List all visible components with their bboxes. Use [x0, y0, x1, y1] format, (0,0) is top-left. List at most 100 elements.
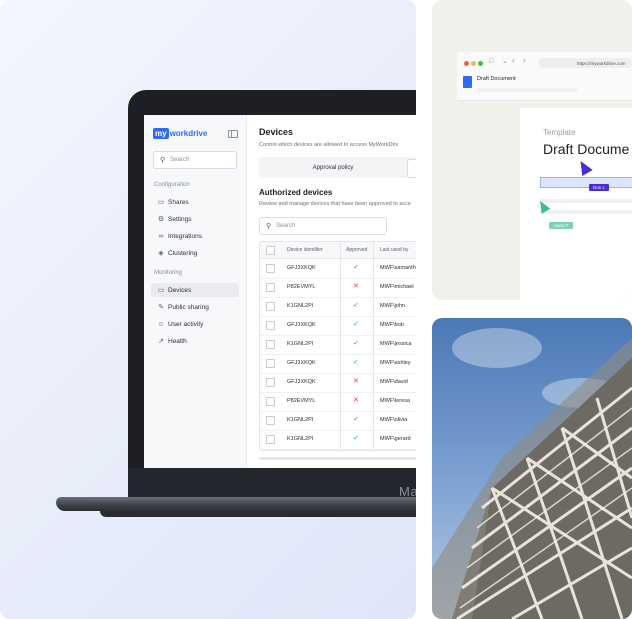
- device-identifier: K1GNL2PI: [287, 436, 314, 442]
- laptop-base: [56, 497, 416, 511]
- table-row[interactable]: K1GNL2PI ✓ MWF\olivia: [260, 411, 416, 431]
- collaborator-tag: Anna T: [549, 222, 574, 229]
- cross-icon: ✕: [353, 378, 359, 385]
- sidebar-item-public-sharing[interactable]: ✎ Public sharing: [151, 300, 239, 314]
- maximize-dot-icon[interactable]: [478, 61, 483, 66]
- table-row[interactable]: GFJ3XKQK ✓ MWF\bob: [260, 316, 416, 336]
- column-header[interactable]: Last used by: [380, 247, 408, 253]
- table-row[interactable]: K1GNL2PI ✓ MWF\jessica: [260, 335, 416, 355]
- cross-icon: ✕: [353, 397, 359, 404]
- page-subtitle: Control which devices are allowed to acc…: [259, 142, 399, 148]
- sidebar-item-label: Shares: [168, 198, 189, 206]
- sidebar-collapse-icon[interactable]: [228, 130, 238, 138]
- template-label: Template: [543, 128, 576, 137]
- row-checkbox[interactable]: [266, 264, 275, 273]
- device-identifier: GFJ3XKQK: [287, 322, 316, 328]
- collaboration-panel: □ ⌄ ‹ › https://myworkdrive.com Draft Do…: [432, 0, 632, 300]
- sidebar-item-settings[interactable]: ⚙ Settings: [151, 212, 239, 226]
- building-illustration: [432, 338, 632, 619]
- search-icon: ⚲: [266, 223, 272, 230]
- toolbar-placeholder: [477, 88, 577, 92]
- cross-icon: ✕: [353, 283, 359, 290]
- row-checkbox[interactable]: [266, 416, 275, 425]
- layers-icon: ◈: [158, 250, 164, 257]
- sidebar-item-clustering[interactable]: ◈ Clustering: [151, 246, 239, 260]
- row-checkbox[interactable]: [266, 435, 275, 444]
- column-header[interactable]: Approved: [346, 247, 367, 253]
- logo-prefix: my: [153, 128, 169, 139]
- collaborator-tag: Don L: [589, 184, 610, 191]
- laptop-screen: my workdrive ⚲ Search Configuration ▭ Sh…: [144, 115, 416, 468]
- device-identifier: P82EVMYL: [287, 284, 316, 290]
- section-configuration: Configuration: [154, 182, 190, 188]
- select-all-checkbox[interactable]: [266, 246, 275, 255]
- back-icon[interactable]: ‹: [512, 56, 515, 65]
- device-identifier: GFJ3XKQK: [287, 265, 316, 271]
- device-identifier: P82EVMYL: [287, 398, 316, 404]
- devices-search-input[interactable]: ⚲ Search: [259, 217, 387, 235]
- sidebar-item-label: Clustering: [168, 249, 198, 257]
- table-header: Device identifier Approved Last used by: [260, 242, 416, 259]
- laptop-chin: [128, 468, 416, 498]
- address-bar[interactable]: https://myworkdrive.com: [539, 58, 632, 68]
- last-used-by: MWF\samanth: [380, 265, 416, 271]
- sidebar-item-integrations[interactable]: ∞ Integrations: [151, 229, 239, 243]
- table-row[interactable]: GFJ3XKQK ✓ MWF\ashley: [260, 354, 416, 374]
- sidebar-search-input[interactable]: ⚲ Search: [153, 151, 237, 169]
- sidebar-item-label: Devices: [168, 286, 192, 294]
- row-checkbox[interactable]: [266, 340, 275, 349]
- sidebar-item-shares[interactable]: ▭ Shares: [151, 195, 239, 209]
- tab-secondary[interactable]: [407, 159, 416, 178]
- text-line: [540, 210, 632, 214]
- last-used-by: MWF\jessica: [380, 341, 412, 347]
- last-used-by: MWF\michael: [380, 284, 414, 290]
- row-checkbox[interactable]: [266, 397, 275, 406]
- table-row[interactable]: P82EVMYL ✕ MWF\michael: [260, 278, 416, 298]
- users-icon: ☺: [157, 320, 165, 328]
- close-dot-icon[interactable]: [464, 61, 469, 66]
- main-content: Devices Control which devices are allowe…: [259, 115, 416, 468]
- laptop-showcase-panel: Ma my workdrive ⚲ Search Configuration ▭…: [0, 0, 416, 619]
- table-row[interactable]: K1GNL2PI ✓ MWF\gerard: [260, 430, 416, 450]
- devices-search-placeholder: Search: [276, 223, 296, 229]
- forward-icon[interactable]: ›: [523, 56, 526, 65]
- table-row[interactable]: GFJ3XKQK ✓ MWF\samanth: [260, 259, 416, 279]
- chevron-down-icon[interactable]: ⌄: [502, 57, 508, 65]
- column-header[interactable]: Device identifier: [287, 247, 323, 253]
- sidebar-item-label: User activity: [168, 320, 204, 328]
- row-checkbox[interactable]: [266, 283, 275, 292]
- share-icon: ✎: [158, 304, 164, 311]
- row-checkbox[interactable]: [266, 302, 275, 311]
- devices-table: Device identifier Approved Last used by …: [259, 241, 416, 451]
- template-title: Draft Docume: [543, 141, 630, 157]
- minimize-dot-icon[interactable]: [471, 61, 476, 66]
- row-checkbox[interactable]: [266, 359, 275, 368]
- horizontal-scrollbar[interactable]: [259, 457, 416, 460]
- gear-icon: ⚙: [157, 216, 165, 223]
- section-monitoring: Monitoring: [154, 270, 183, 276]
- table-row[interactable]: P82EVMYL ✕ MWF\teresa: [260, 392, 416, 412]
- device-identifier: GFJ3XKQK: [287, 360, 316, 366]
- check-icon: ✓: [353, 302, 359, 309]
- last-used-by: MWF\david: [380, 379, 408, 385]
- device-identifier: K1GNL2PI: [287, 417, 314, 423]
- address-url: https://myworkdrive.com: [577, 60, 626, 66]
- last-used-by: MWF\bob: [380, 322, 404, 328]
- monitor-icon: ▭: [157, 287, 165, 294]
- table-row[interactable]: K1GNL2PI ✓ MWF\john: [260, 297, 416, 317]
- document-icon: [463, 76, 472, 88]
- tab-approval-policy[interactable]: Approval policy: [259, 157, 407, 178]
- check-icon: ✓: [353, 435, 359, 442]
- sidebar-toggle-icon[interactable]: □: [489, 58, 493, 65]
- sidebar-item-health[interactable]: ↗ Health: [151, 334, 239, 348]
- device-identifier: GFJ3XKQK: [287, 379, 316, 385]
- table-row[interactable]: GFJ3XKQK ✕ MWF\david: [260, 373, 416, 393]
- sidebar-item-user-activity[interactable]: ☺ User activity: [151, 317, 239, 331]
- row-checkbox[interactable]: [266, 378, 275, 387]
- check-icon: ✓: [353, 416, 359, 423]
- sidebar-item-devices[interactable]: ▭ Devices: [151, 283, 239, 297]
- row-checkbox[interactable]: [266, 321, 275, 330]
- link-icon: ∞: [158, 232, 164, 240]
- app-logo[interactable]: my workdrive: [153, 128, 207, 139]
- section-subtitle: Review and manage devices that have been…: [259, 201, 411, 207]
